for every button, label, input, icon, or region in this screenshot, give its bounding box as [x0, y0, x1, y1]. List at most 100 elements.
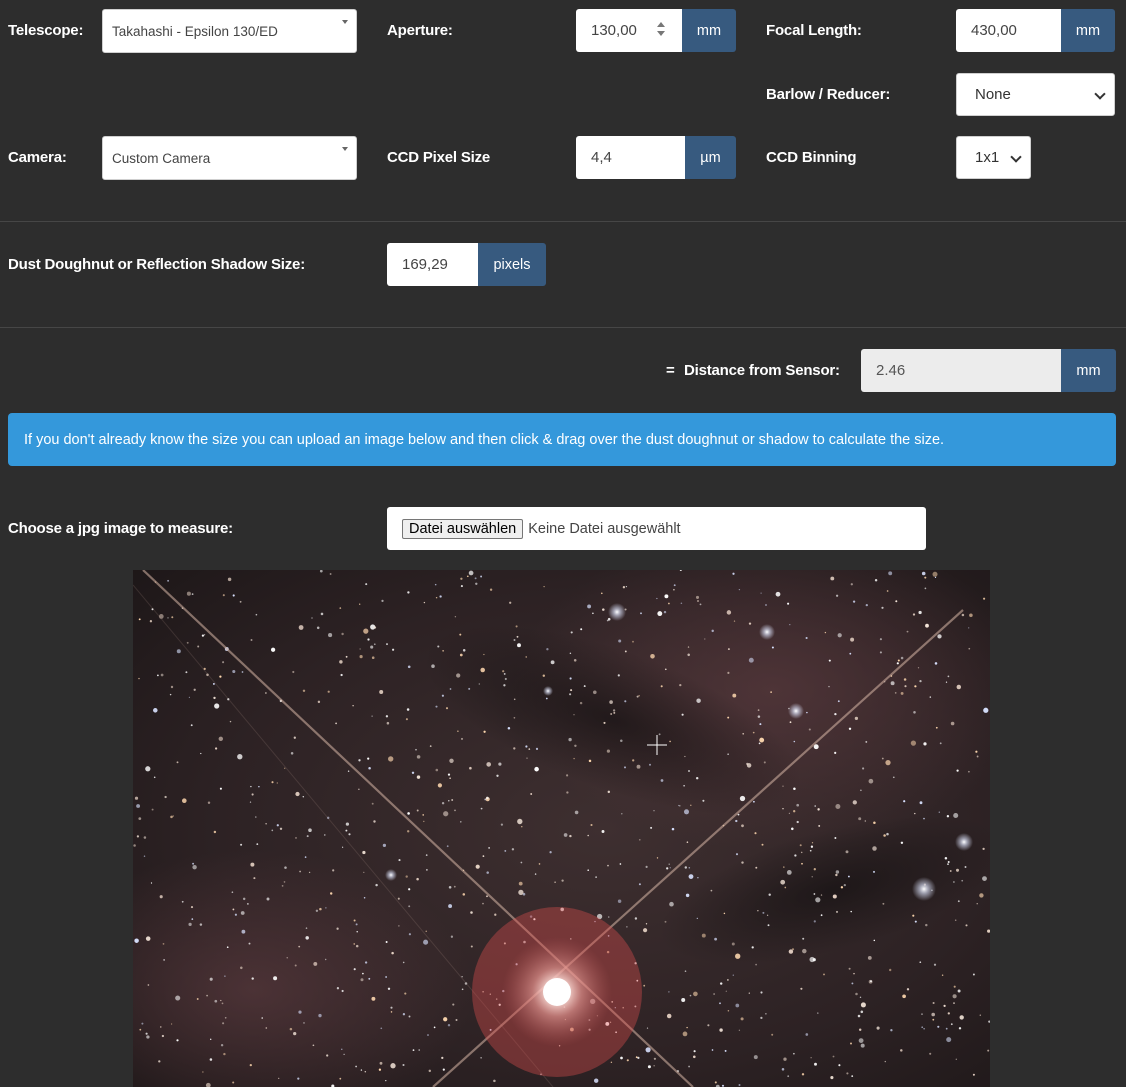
star	[219, 787, 222, 790]
star	[590, 823, 593, 827]
star	[534, 766, 539, 772]
star	[402, 961, 405, 964]
star	[449, 758, 454, 764]
star	[486, 895, 488, 898]
star	[134, 796, 139, 800]
star	[425, 930, 427, 932]
star	[160, 673, 164, 677]
star	[850, 910, 852, 913]
star	[442, 650, 444, 652]
star	[711, 1049, 714, 1051]
star	[685, 893, 690, 898]
star	[445, 707, 449, 710]
camera-select[interactable]: Custom Camera	[102, 136, 357, 180]
star	[397, 897, 400, 900]
camera-value: Custom Camera	[112, 150, 211, 166]
binning-select[interactable]: 1x1	[956, 136, 1031, 179]
star	[771, 646, 774, 649]
star	[298, 1010, 302, 1014]
star	[767, 924, 770, 927]
star	[834, 837, 837, 839]
star	[695, 776, 699, 780]
star	[429, 745, 432, 747]
star	[647, 1065, 651, 1069]
star	[695, 595, 700, 599]
star	[213, 830, 217, 834]
star	[353, 919, 356, 922]
star	[525, 745, 528, 748]
star	[983, 707, 989, 713]
star	[450, 935, 454, 938]
star	[782, 785, 784, 787]
star	[232, 908, 235, 911]
star	[760, 991, 763, 994]
spinner-icon[interactable]	[656, 20, 666, 40]
star	[448, 800, 450, 802]
star	[873, 821, 876, 825]
dropdown-arrow-icon	[342, 147, 348, 151]
star	[830, 1076, 834, 1080]
star	[805, 1033, 809, 1036]
star	[623, 766, 627, 769]
star-field-canvas[interactable]	[133, 570, 990, 1087]
file-input[interactable]: Datei auswählen Keine Datei ausgewählt	[387, 507, 926, 550]
star	[435, 596, 438, 599]
star	[693, 1050, 696, 1053]
star	[828, 659, 831, 662]
star	[513, 698, 516, 701]
star	[687, 653, 690, 657]
telescope-select[interactable]: Takahashi - Epsilon 130/ED	[102, 9, 357, 53]
pixel-size-input[interactable]: 4,4	[576, 136, 685, 179]
star	[784, 886, 787, 889]
star	[900, 691, 904, 695]
star	[704, 638, 706, 640]
choose-file-button[interactable]: Datei auswählen	[402, 518, 524, 539]
star	[360, 978, 364, 982]
chevron-down-icon	[1094, 87, 1106, 100]
star	[283, 881, 286, 883]
star	[643, 928, 648, 933]
star	[150, 882, 153, 884]
star	[649, 763, 651, 766]
star	[748, 622, 752, 625]
star	[939, 742, 942, 745]
star	[681, 998, 686, 1002]
telescope-label: Telescope:	[8, 22, 84, 39]
star	[806, 711, 808, 714]
star	[855, 992, 858, 996]
star-field-image[interactable]	[133, 570, 990, 1087]
star	[566, 774, 569, 777]
star	[919, 679, 922, 683]
star	[513, 747, 516, 750]
focal-length-input[interactable]: 430,00	[956, 9, 1061, 52]
star	[754, 832, 757, 835]
star	[136, 835, 140, 838]
star	[895, 600, 898, 603]
star	[317, 700, 321, 704]
star	[752, 731, 755, 734]
star	[188, 922, 192, 927]
star	[347, 770, 350, 772]
star	[328, 633, 333, 638]
star	[516, 635, 519, 638]
star	[693, 1055, 696, 1059]
star	[953, 1002, 955, 1004]
star	[207, 801, 211, 804]
star	[329, 573, 332, 575]
info-text: If you don't already know the size you c…	[24, 431, 945, 448]
star	[170, 1023, 173, 1025]
doughnut-input[interactable]: 169,29	[387, 243, 478, 286]
star	[371, 802, 374, 805]
star	[509, 601, 512, 604]
aperture-input[interactable]: 130,00	[576, 9, 682, 52]
star	[775, 591, 781, 597]
barlow-select[interactable]: None	[956, 73, 1115, 116]
star	[266, 897, 270, 901]
star	[975, 750, 978, 753]
star	[345, 655, 348, 658]
star	[345, 822, 350, 826]
star	[390, 1011, 393, 1013]
star	[883, 834, 886, 837]
star	[566, 791, 569, 794]
star	[646, 1027, 649, 1029]
